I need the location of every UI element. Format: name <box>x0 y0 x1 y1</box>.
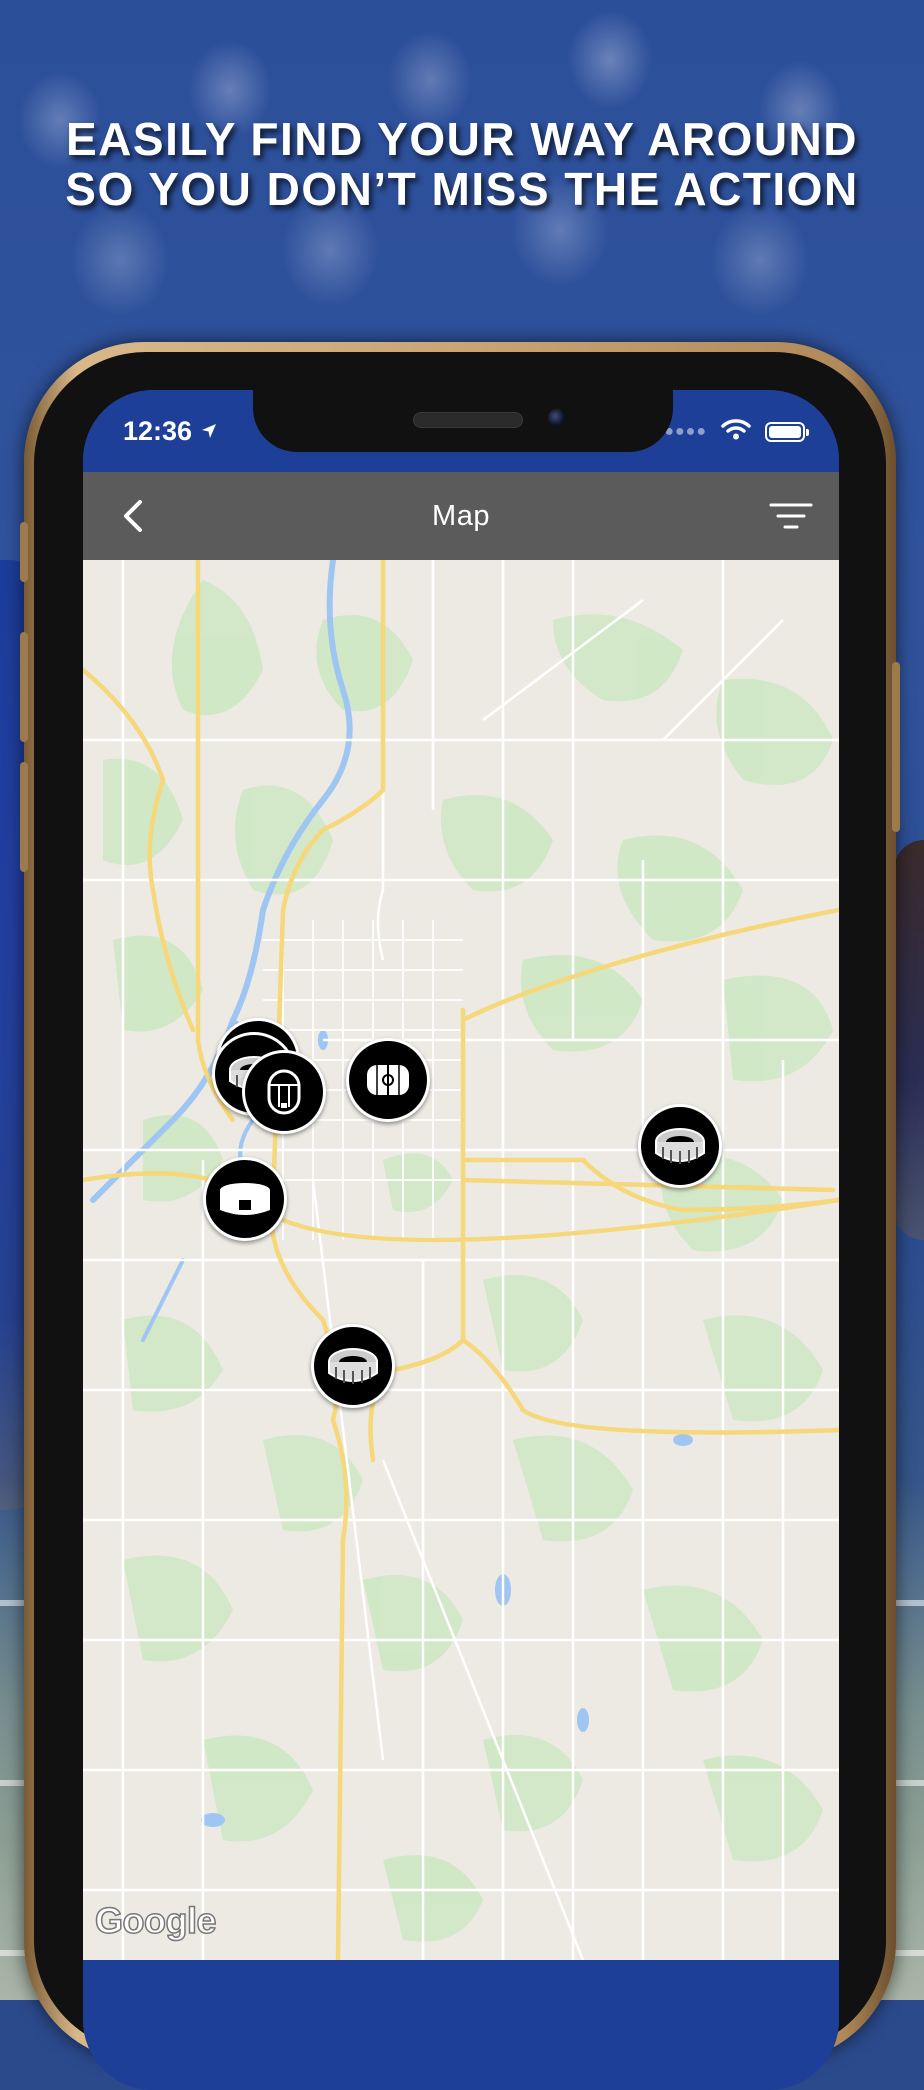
stadium-icon <box>328 1348 378 1384</box>
filter-icon <box>769 503 813 529</box>
rink-icon <box>367 1065 409 1095</box>
navigation-bar: Map <box>83 472 839 560</box>
phone-notch <box>253 390 673 452</box>
status-icons: ●●●● <box>664 418 809 445</box>
arena-marker[interactable] <box>242 1050 326 1134</box>
battery-icon <box>765 421 809 442</box>
ice-rink-icon <box>220 1183 270 1215</box>
background-player-right <box>894 840 924 1240</box>
signal-dots-icon: ●●●● <box>664 422 707 440</box>
wifi-icon <box>721 418 751 445</box>
page-title: Map <box>432 500 490 532</box>
hockey-rink-marker[interactable] <box>346 1038 430 1122</box>
power-button <box>892 662 900 832</box>
mute-switch <box>20 522 28 582</box>
arena-icon <box>267 1069 301 1115</box>
headline: EASILY FIND YOUR WAY AROUND SO YOU DON’T… <box>0 114 924 214</box>
volume-down-button <box>20 762 28 872</box>
stadium-marker-south[interactable] <box>311 1324 395 1408</box>
google-attribution[interactable]: Google <box>94 1899 217 1942</box>
ice-rink-marker[interactable] <box>203 1157 287 1241</box>
phone-screen: 12:36 ●●●● Map Google <box>83 390 839 2090</box>
status-time: 12:36 <box>123 416 193 446</box>
headline-line-2: SO YOU DON’T MISS THE ACTION <box>65 163 859 215</box>
volume-up-button <box>20 632 28 742</box>
filter-button[interactable] <box>767 494 815 538</box>
stadium-marker-east[interactable] <box>638 1104 722 1188</box>
map-view[interactable]: Google <box>83 560 839 1960</box>
front-camera <box>548 409 566 427</box>
earpiece-speaker <box>413 412 523 428</box>
bottom-bar <box>83 1960 839 2090</box>
stadium-icon <box>655 1128 705 1164</box>
headline-line-1: EASILY FIND YOUR WAY AROUND <box>66 113 858 165</box>
status-time-group: 12:36 <box>123 416 218 447</box>
map-tiles <box>83 560 839 1960</box>
phone-frame: 12:36 ●●●● Map Google <box>20 342 900 2090</box>
location-arrow-icon <box>200 416 218 447</box>
